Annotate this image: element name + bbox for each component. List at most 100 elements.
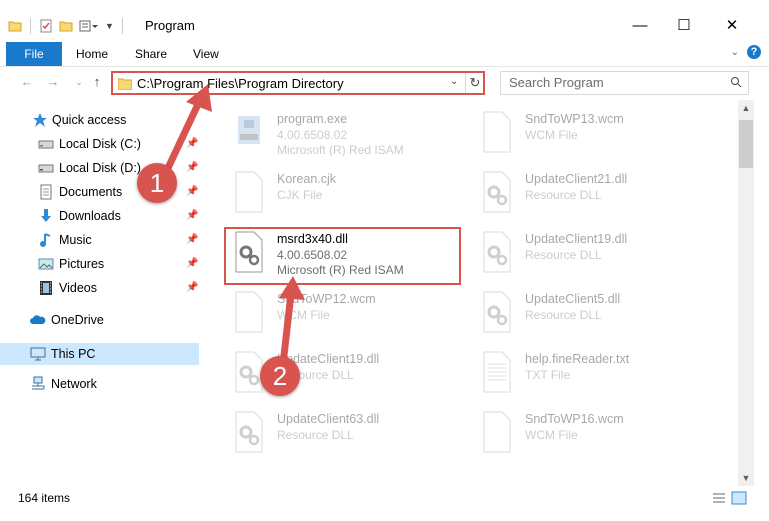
file-name: program.exe xyxy=(277,112,348,126)
sidebar-item-label: Music xyxy=(59,233,92,247)
help-icon[interactable]: ? xyxy=(747,45,761,59)
sidebar-item-onedrive[interactable]: OneDrive xyxy=(0,309,199,331)
file-type: Resource DLL xyxy=(525,188,602,202)
dll-gear-icon xyxy=(483,171,511,213)
sidebar-item-videos[interactable]: Videos 📌 xyxy=(0,277,199,299)
tab-file[interactable]: File xyxy=(6,42,62,66)
sidebar-item-pictures[interactable]: Pictures 📌 xyxy=(0,253,199,275)
qat-dropdown-icon[interactable]: ▼ xyxy=(105,21,114,31)
divider xyxy=(121,18,123,34)
file-list: program.exe 4.00.6508.02 Microsoft (R) R… xyxy=(210,100,738,480)
sidebar-item-label: Videos xyxy=(59,281,97,295)
refresh-icon[interactable]: ↻ xyxy=(465,73,484,93)
tab-view[interactable]: View xyxy=(193,42,219,66)
pin-icon[interactable]: 📌 xyxy=(186,277,198,299)
customize-icon[interactable] xyxy=(79,19,99,33)
file-item[interactable]: help.fineReader.txt TXT File xyxy=(472,342,712,402)
file-type: WCM File xyxy=(525,128,578,142)
forward-arrow-icon[interactable]: → xyxy=(44,73,62,91)
sidebar-item-local-disk-c[interactable]: Local Disk (C:) 📌 xyxy=(0,133,199,155)
step-2-badge: 2 xyxy=(260,356,300,396)
new-folder-icon[interactable] xyxy=(59,19,73,33)
file-type: WCM File xyxy=(277,308,330,322)
search-icon[interactable] xyxy=(730,76,742,88)
address-path[interactable]: C:\Program Files\Program Directory xyxy=(137,76,344,91)
sidebar-item-quick-access[interactable]: Quick access xyxy=(0,109,199,131)
scroll-up-icon[interactable]: ▲ xyxy=(738,100,754,116)
file-version: 4.00.6508.02 xyxy=(277,128,348,142)
divider xyxy=(30,18,31,34)
cloud-icon xyxy=(30,315,46,324)
pin-icon[interactable]: 📌 xyxy=(186,133,198,155)
title-bar: ▼ Program — ☐ ✕ xyxy=(0,0,769,42)
item-count: 164 items xyxy=(18,491,71,505)
file-item[interactable]: UpdateClient19.dll Resource DLL xyxy=(472,222,712,282)
network-icon xyxy=(32,376,45,390)
blank-file-icon xyxy=(235,171,263,213)
sidebar-item-music[interactable]: Music 📌 xyxy=(0,229,199,251)
file-name: SndToWP12.wcm xyxy=(277,292,376,306)
maximize-button[interactable]: ☐ xyxy=(664,12,704,40)
file-name: help.fineReader.txt xyxy=(525,352,630,366)
ribbon-controls: ⌄ ? xyxy=(731,45,761,59)
tab-share[interactable]: Share xyxy=(135,42,167,66)
file-item[interactable]: SndToWP12.wcm WCM File xyxy=(224,282,464,342)
view-toggles xyxy=(711,491,747,505)
pin-icon[interactable]: 📌 xyxy=(186,253,198,275)
sidebar-item-label: Downloads xyxy=(59,209,121,223)
search-box[interactable] xyxy=(500,71,749,95)
file-item[interactable]: program.exe 4.00.6508.02 Microsoft (R) R… xyxy=(224,102,464,162)
text-file-icon xyxy=(483,351,511,393)
file-item[interactable]: UpdateClient5.dll Resource DLL xyxy=(472,282,712,342)
file-item[interactable]: SndToWP13.wcm WCM File xyxy=(472,102,712,162)
downloads-icon xyxy=(41,209,51,222)
sidebar-item-network[interactable]: Network xyxy=(0,373,199,395)
sidebar-item-label: OneDrive xyxy=(51,313,104,327)
address-dropdown-icon[interactable]: ⌄ xyxy=(450,76,458,87)
exe-icon xyxy=(238,116,260,144)
tab-home[interactable]: Home xyxy=(76,42,108,66)
minimize-button[interactable]: — xyxy=(620,12,660,40)
expand-ribbon-icon[interactable]: ⌄ xyxy=(731,47,739,58)
file-item[interactable]: UpdateClient63.dll Resource DLL xyxy=(224,402,464,462)
scroll-down-icon[interactable]: ▼ xyxy=(738,470,754,486)
file-item[interactable]: SndToWP16.wcm WCM File xyxy=(472,402,712,462)
sidebar-item-this-pc[interactable]: This PC xyxy=(0,343,199,365)
pin-icon[interactable]: 📌 xyxy=(186,181,198,203)
sidebar-item-label: Network xyxy=(51,377,97,391)
sidebar-item-downloads[interactable]: Downloads 📌 xyxy=(0,205,199,227)
up-arrow-icon[interactable]: ↑ xyxy=(88,73,106,91)
vertical-scrollbar[interactable]: ▲ ▼ xyxy=(738,100,754,486)
file-name: UpdateClient19.dll xyxy=(525,232,628,246)
sidebar-item-label: Documents xyxy=(59,185,123,199)
pin-icon[interactable]: 📌 xyxy=(186,205,198,227)
address-bar[interactable]: C:\Program Files\Program Directory ⌄ ↻ xyxy=(111,71,485,95)
pin-icon[interactable]: 📌 xyxy=(186,157,198,179)
file-name: UpdateClient5.dll xyxy=(525,292,621,306)
blank-file-icon xyxy=(483,411,511,453)
details-view-icon[interactable] xyxy=(711,491,727,505)
properties-icon[interactable] xyxy=(39,19,53,33)
file-type: Resource DLL xyxy=(525,308,602,322)
folder-icon xyxy=(118,78,132,90)
dll-gear-icon xyxy=(483,231,511,273)
sidebar-item-label: Local Disk (D:) xyxy=(59,161,141,175)
file-type: TXT File xyxy=(525,368,571,382)
step-1-badge: 1 xyxy=(137,163,177,203)
file-item[interactable]: UpdateClient21.dll Resource DLL xyxy=(472,162,712,222)
scrollbar-thumb[interactable] xyxy=(739,120,753,168)
videos-icon xyxy=(40,281,52,295)
back-arrow-icon[interactable]: ← xyxy=(18,73,36,91)
search-input[interactable] xyxy=(507,74,711,91)
file-description: Microsoft (R) Red ISAM xyxy=(277,143,404,157)
close-button[interactable]: ✕ xyxy=(712,12,752,40)
pin-icon[interactable]: 📌 xyxy=(186,229,198,251)
file-item[interactable]: Korean.cjk CJK File xyxy=(224,162,464,222)
music-icon xyxy=(40,233,51,247)
file-name: Korean.cjk xyxy=(277,172,337,186)
dll-gear-icon xyxy=(235,411,263,453)
recent-dropdown-icon[interactable]: ⌄ xyxy=(70,73,88,91)
large-icons-view-icon[interactable] xyxy=(731,491,747,505)
blank-file-icon xyxy=(235,291,263,333)
explorer-window: ▼ Program — ☐ ✕ File Home Share View ⌄ ?… xyxy=(0,0,769,521)
